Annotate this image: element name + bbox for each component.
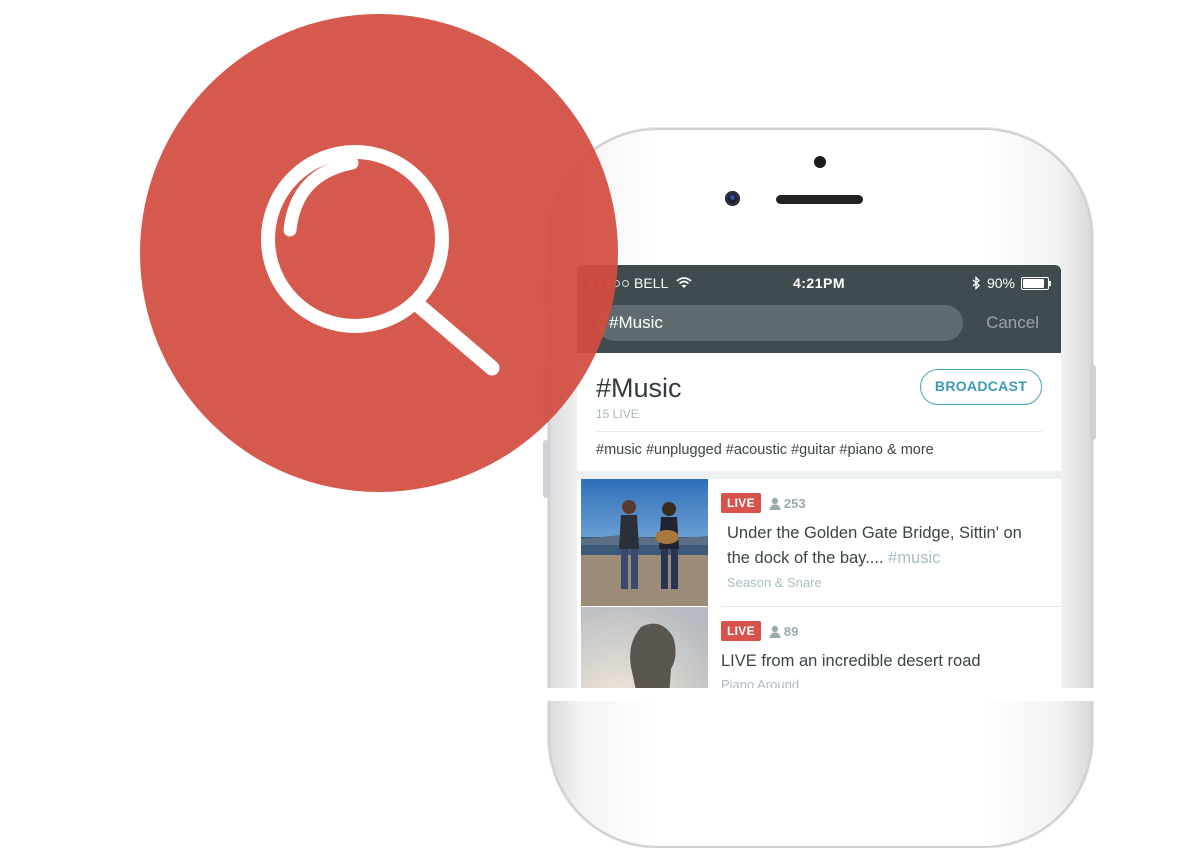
- list-item[interactable]: LIVE 89 LIVE from an incredible desert r…: [577, 607, 1061, 701]
- stream-meta: LIVE 89: [721, 621, 798, 641]
- bluetooth-icon: [972, 276, 980, 290]
- stream-description: LIVE from an incredible desert road: [721, 649, 1036, 674]
- status-bar: BELL 4:21PM 90%: [577, 275, 1061, 293]
- list-item[interactable]: LIVE 253 Under the Golden Gate Bridge, S…: [577, 479, 1061, 607]
- desert-portrait-photo-icon: [581, 607, 708, 701]
- stream-description-text: Under the Golden Gate Bridge, Sittin' on…: [727, 524, 1022, 567]
- stream-hashtag[interactable]: #music: [888, 549, 940, 567]
- person-icon: [769, 625, 781, 638]
- earpiece-speaker: [776, 195, 863, 204]
- stream-description-text: LIVE from an incredible desert road: [721, 652, 981, 670]
- broadcast-button[interactable]: BROADCAST: [920, 369, 1042, 405]
- stream-thumbnail[interactable]: [581, 607, 708, 701]
- stream-author[interactable]: Season & Snare: [727, 575, 822, 590]
- top-bar: BELL 4:21PM 90% #Music Cancel: [577, 265, 1061, 353]
- channel-header: #Music 15 LIVE BROADCAST #music #unplugg…: [577, 353, 1061, 471]
- cancel-button[interactable]: Cancel: [986, 305, 1039, 341]
- front-camera-icon: [725, 191, 740, 206]
- magnifier-icon: [261, 145, 500, 376]
- search-input[interactable]: #Music: [597, 305, 963, 341]
- live-badge: LIVE: [721, 621, 761, 641]
- divider: [596, 431, 1042, 432]
- bottom-crop: [0, 688, 1180, 701]
- viewer-count: 89: [769, 624, 798, 639]
- stream-meta: LIVE 253: [721, 493, 806, 513]
- live-badge: LIVE: [721, 493, 761, 513]
- power-button: [1090, 365, 1096, 440]
- viewer-count-value: 89: [783, 623, 799, 639]
- section-gap: [577, 471, 1061, 479]
- phone-screen: BELL 4:21PM 90% #Music Cancel #Music 15 …: [577, 265, 1061, 701]
- stream-thumbnail[interactable]: [581, 479, 708, 606]
- search-badge: [140, 14, 618, 492]
- viewer-count: 253: [769, 496, 806, 511]
- battery-icon: [1021, 276, 1051, 290]
- proximity-sensor: [814, 156, 826, 168]
- viewer-count-value: 253: [783, 495, 806, 511]
- related-tags[interactable]: #music #unplugged #acoustic #guitar #pia…: [596, 442, 934, 458]
- battery-percent: 90%: [986, 275, 1015, 291]
- stream-description: Under the Golden Gate Bridge, Sittin' on…: [727, 521, 1042, 571]
- person-icon: [769, 497, 781, 510]
- musicians-photo-icon: [581, 479, 708, 606]
- status-right: 90%: [972, 275, 1051, 291]
